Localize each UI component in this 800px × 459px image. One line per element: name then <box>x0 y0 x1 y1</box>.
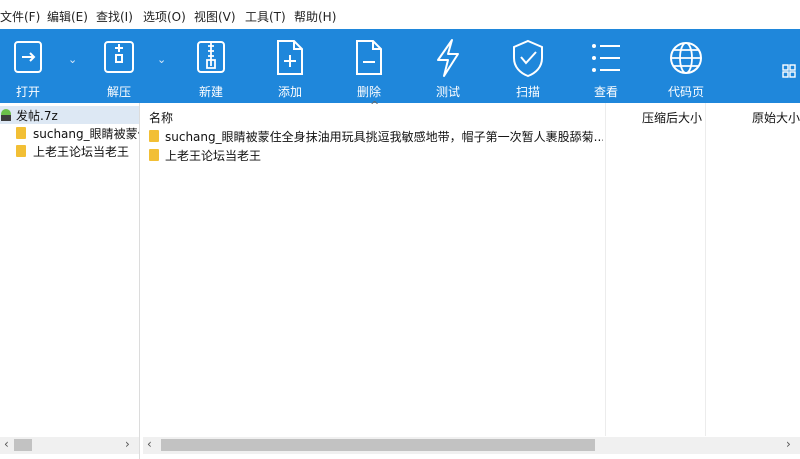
open-button[interactable]: 打开 <box>0 29 56 103</box>
folder-icon <box>149 130 159 142</box>
folder-icon <box>149 149 159 161</box>
delete-button[interactable]: 删除 <box>341 29 397 103</box>
sort-ascending-icon: ^ <box>370 99 380 112</box>
test-button[interactable]: 测试 <box>420 29 476 103</box>
add-label: 添加 <box>277 85 302 99</box>
folder-icon <box>16 145 26 157</box>
folder-tree: 发帖.7z suchang_眼睛被蒙住全身抹油用玩具挑逗我敏感地带，帽子第一次暂… <box>0 103 140 459</box>
open-dropdown-icon[interactable]: ⌄ <box>68 53 77 66</box>
menu-find[interactable]: 查找(I) <box>96 8 133 25</box>
layout-grid-icon[interactable] <box>782 64 796 78</box>
codepage-icon <box>670 42 702 74</box>
codepage-label: 代码页 <box>667 85 704 99</box>
test-label: 测试 <box>435 85 460 99</box>
extract-label: 解压 <box>106 85 131 99</box>
column-header-name[interactable]: 名称 <box>149 109 173 126</box>
view-icon <box>592 44 620 72</box>
extract-dropdown-icon[interactable]: ⌄ <box>157 53 166 66</box>
test-icon <box>437 39 459 77</box>
menu-view[interactable]: 视图(V) <box>194 8 236 25</box>
scan-label: 扫描 <box>515 85 540 99</box>
delete-icon <box>356 40 382 75</box>
tree-item-label: 上老王论坛当老王 <box>33 145 130 159</box>
menu-options[interactable]: 选项(O) <box>143 8 186 25</box>
extract-icon <box>104 41 134 73</box>
file-list: ^ 名称 压缩后大小 原始大小 suchang_眼睛被蒙住全身抹油用玩具挑逗我敏… <box>143 99 800 459</box>
scroll-left-icon[interactable]: ‹ <box>4 437 9 451</box>
menu-file[interactable]: 文件(F) <box>0 8 40 25</box>
column-header-compressed-size[interactable]: 压缩后大小 <box>642 109 702 126</box>
menu-edit[interactable]: 编辑(E) <box>47 8 88 25</box>
tree-item-label: suchang_眼睛被蒙住全身抹油用玩具挑逗我敏感地带，帽子第一次暂人裹股舔菊.… <box>33 127 139 141</box>
new-archive-button[interactable]: 新建 <box>184 29 238 103</box>
add-icon <box>277 40 303 75</box>
menu-tools[interactable]: 工具(T) <box>245 8 286 25</box>
scroll-right-icon[interactable]: › <box>786 437 791 451</box>
file-list-horizontal-scrollbar[interactable]: ‹ › <box>143 437 800 454</box>
column-divider[interactable] <box>705 103 706 436</box>
tree-horizontal-scrollbar[interactable]: ‹ › <box>0 437 139 454</box>
file-row[interactable]: 上老王论坛当老王 <box>143 146 603 164</box>
tree-root-label: 发帖.7z <box>16 109 58 123</box>
scan-icon <box>513 39 543 78</box>
scroll-left-icon[interactable]: ‹ <box>147 437 152 451</box>
tree-item[interactable]: suchang_眼睛被蒙住全身抹油用玩具挑逗我敏感地带，帽子第一次暂人裹股舔菊.… <box>0 124 139 142</box>
column-header-original-size[interactable]: 原始大小 <box>752 109 800 126</box>
file-name: suchang_眼睛被蒙住全身抹油用玩具挑逗我敏感地带，帽子第一次暂人裹股舔菊.… <box>165 130 603 144</box>
view-button[interactable]: 查看 <box>578 29 634 103</box>
view-label: 查看 <box>593 85 618 99</box>
tree-root[interactable]: 发帖.7z <box>0 106 139 124</box>
open-label: 打开 <box>15 85 40 99</box>
open-icon <box>14 41 42 73</box>
menu-help[interactable]: 帮助(H) <box>294 8 336 25</box>
new-archive-icon <box>197 41 225 73</box>
scroll-thumb[interactable] <box>161 439 595 451</box>
file-row[interactable]: suchang_眼睛被蒙住全身抹油用玩具挑逗我敏感地带，帽子第一次暂人裹股舔菊.… <box>143 127 603 145</box>
scan-button[interactable]: 扫描 <box>500 29 556 103</box>
folder-icon <box>16 127 26 139</box>
new-archive-label: 新建 <box>198 85 223 99</box>
archive-7z-icon <box>1 109 11 121</box>
menu-bar: 文件(F) 编辑(E) 查找(I) 选项(O) 视图(V) 工具(T) 帮助(H… <box>0 0 800 29</box>
add-button[interactable]: 添加 <box>262 29 318 103</box>
scroll-thumb[interactable] <box>14 439 32 451</box>
scroll-right-icon[interactable]: › <box>125 437 130 451</box>
toolbar: 打开 ⌄ 解压 ⌄ 新建 添加 删除 测试 扫描 查看 代码页 <box>0 29 800 103</box>
file-name: 上老王论坛当老王 <box>165 149 262 163</box>
tree-item[interactable]: 上老王论坛当老王 <box>0 142 139 160</box>
delete-label: 删除 <box>356 85 381 99</box>
codepage-button[interactable]: 代码页 <box>656 29 716 103</box>
extract-button[interactable]: 解压 <box>92 29 146 103</box>
column-divider[interactable] <box>605 103 606 436</box>
